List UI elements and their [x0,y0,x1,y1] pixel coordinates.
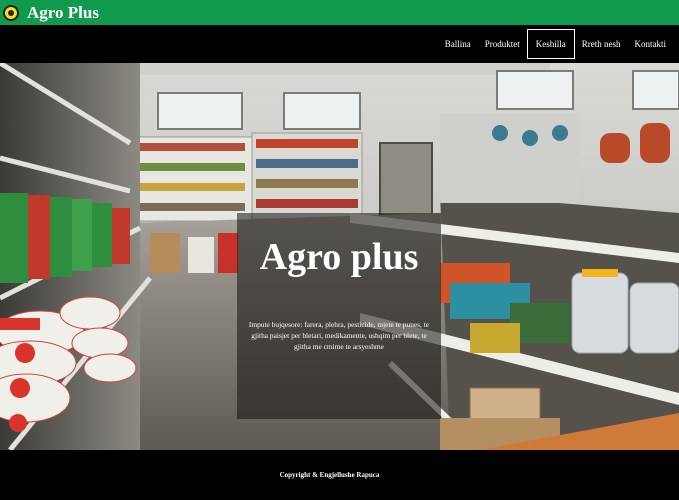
footer: Copyright & Engjellushe Rapuca [0,450,679,500]
navbar: Ballina Produktet Keshilla Rreth nesh Ko… [0,25,679,63]
circle-logo-icon[interactable] [3,4,19,21]
nav-item-kontakti[interactable]: Kontakti [628,29,674,59]
hero-title: Agro plus [259,236,419,278]
nav-item-ballina[interactable]: Ballina [438,29,478,59]
hero-section: Agro plus Impute bujqesore: farera, pleh… [0,63,679,450]
nav-item-rreth-nesh[interactable]: Rreth nesh [575,29,628,59]
footer-copyright: Copyright & Engjellushe Rapuca [279,471,380,479]
nav-item-produktet[interactable]: Produktet [478,29,527,59]
hero-description: Impute bujqesore: farera, plehra, pestic… [248,320,430,351]
brand-bar: Agro Plus [0,0,679,25]
brand-name[interactable]: Agro Plus [27,3,99,23]
main-nav: Ballina Produktet Keshilla Rreth nesh Ko… [438,29,673,59]
nav-item-keshilla[interactable]: Keshilla [526,29,575,59]
